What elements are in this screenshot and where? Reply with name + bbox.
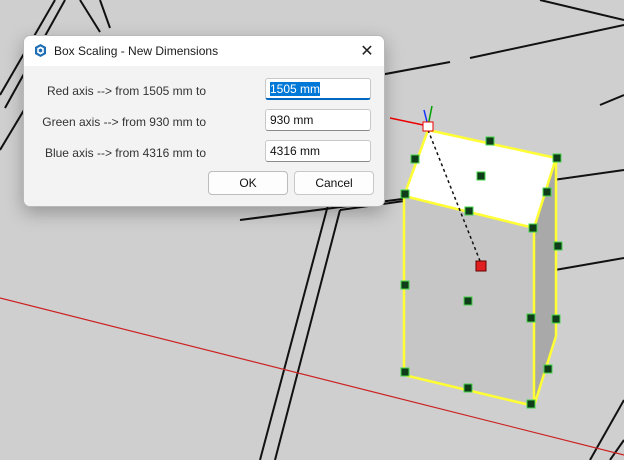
close-button[interactable]: ✕ <box>354 39 380 63</box>
green-axis-input[interactable]: 930 mm <box>265 109 371 131</box>
sketchup-icon <box>35 44 46 57</box>
cancel-button[interactable]: Cancel <box>294 171 374 195</box>
red-axis-input[interactable]: 1505 mm <box>265 78 371 100</box>
center-grip[interactable] <box>475 260 487 272</box>
blue-axis-label: Blue axis --> from 4316 mm to <box>44 146 206 160</box>
green-axis-value: 930 mm <box>270 113 314 127</box>
dialog-body: Red axis --> from 1505 mm to 1505 mm Gre… <box>24 66 384 206</box>
blue-axis-value: 4316 mm <box>270 144 321 158</box>
red-axis-value: 1505 mm <box>270 82 321 96</box>
dialog-titlebar[interactable]: Box Scaling - New Dimensions ✕ <box>24 36 384 66</box>
close-icon: ✕ <box>360 43 374 60</box>
dialog-title: Box Scaling - New Dimensions <box>54 44 219 58</box>
axis-gizmo <box>389 105 434 132</box>
red-axis-label: Red axis --> from 1505 mm to <box>46 84 206 98</box>
blue-axis-input[interactable]: 4316 mm <box>265 140 371 162</box>
green-axis-label: Green axis --> from 930 mm to <box>42 115 206 129</box>
ok-button[interactable]: OK <box>208 171 288 195</box>
box-scaling-dialog: Box Scaling - New Dimensions ✕ Red axis … <box>23 35 385 207</box>
